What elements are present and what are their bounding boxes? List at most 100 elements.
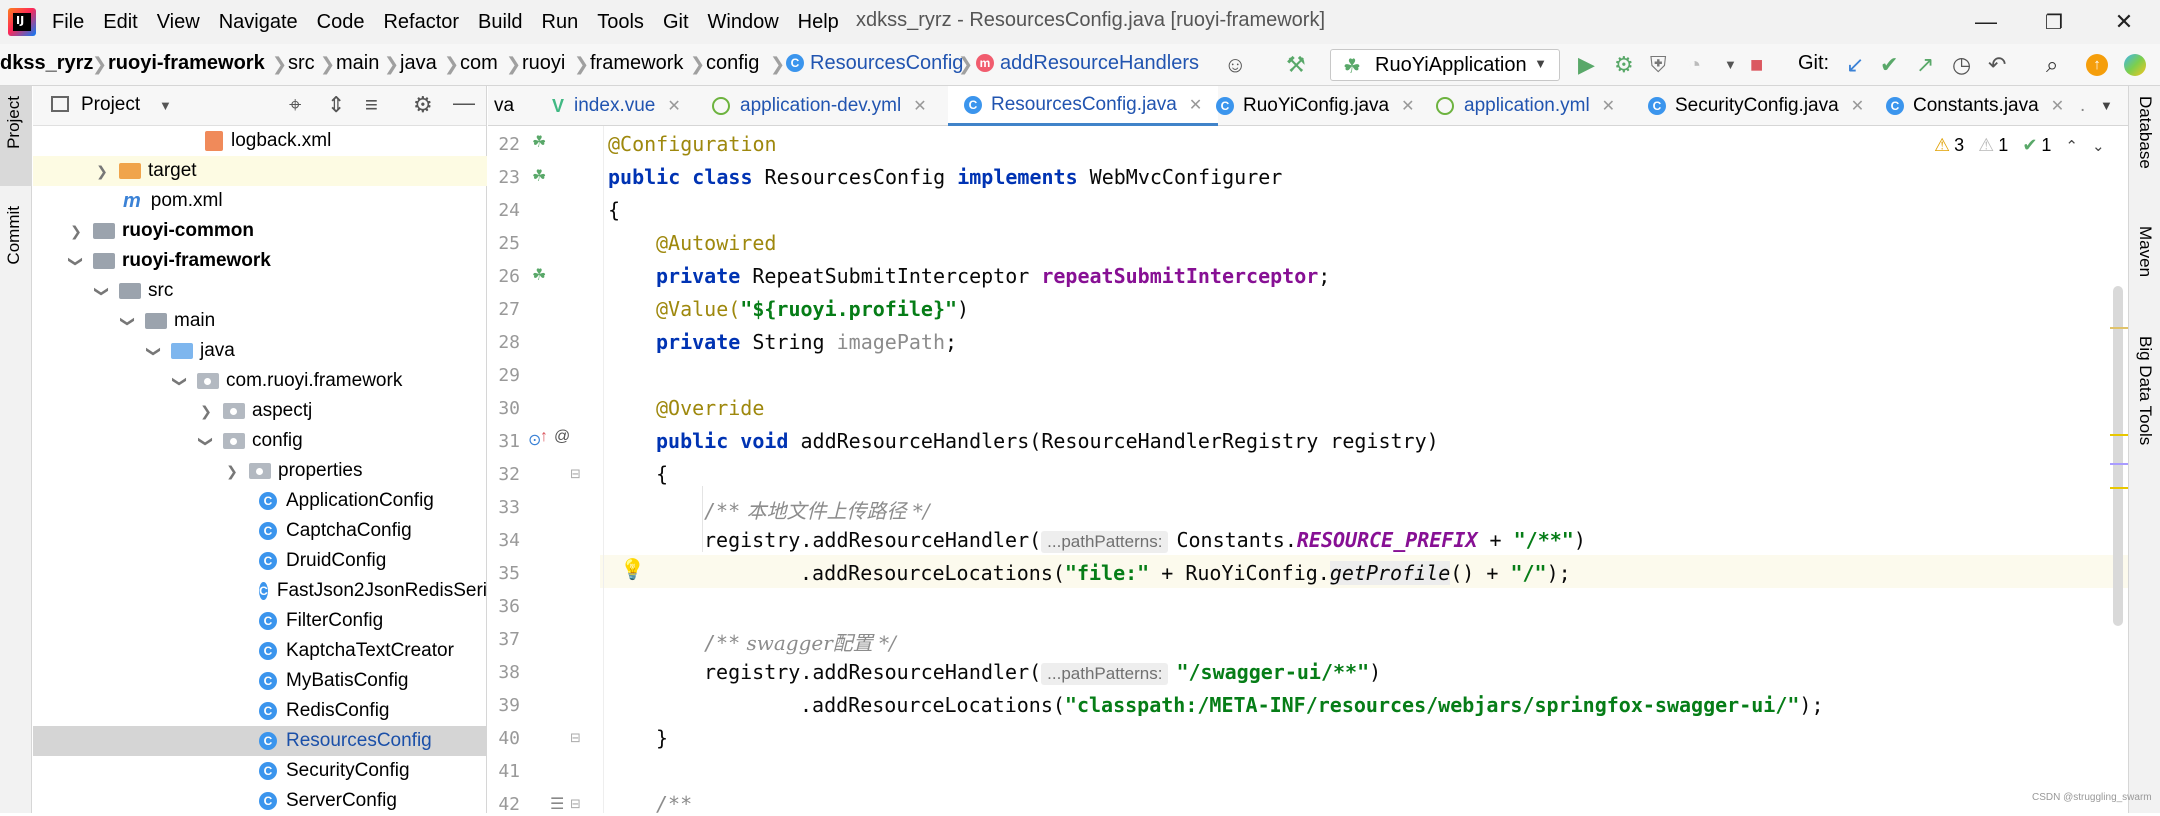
more-run-icon[interactable]: ▼ — [1724, 52, 1737, 78]
close-icon[interactable]: ✕ — [2106, 6, 2142, 38]
tree-item-main[interactable]: ❯ main — [33, 306, 487, 336]
tree-item-target[interactable]: ❯ target — [33, 156, 487, 186]
menu-refactor[interactable]: Refactor — [383, 11, 459, 34]
chevron-down-icon[interactable]: ❯ — [94, 284, 111, 298]
breadcrumb-module[interactable]: ruoyi-framework — [108, 52, 265, 75]
tree-item-class[interactable]: C ServerConfig — [33, 786, 487, 816]
project-panel-title[interactable]: Project — [81, 94, 140, 116]
search-icon[interactable]: ⌕ — [2046, 52, 2058, 78]
close-tab-icon[interactable]: ✕ — [1602, 96, 1615, 116]
chevron-down-icon[interactable]: ❯ — [68, 254, 85, 268]
chevron-right-icon[interactable]: ❯ — [69, 223, 83, 240]
user-icon[interactable]: ☺ — [1224, 52, 1246, 78]
update-icon[interactable]: ↑ — [2086, 54, 2108, 76]
menu-window[interactable]: Window — [708, 11, 779, 34]
menu-view[interactable]: View — [157, 11, 200, 34]
tree-item-class[interactable]: C FastJson2JsonRedisSeri — [33, 576, 487, 606]
breadcrumb-com[interactable]: com — [460, 52, 498, 75]
expand-all-icon[interactable]: ⇕ — [327, 92, 345, 118]
tree-item-class[interactable]: C DruidConfig — [33, 546, 487, 576]
breadcrumb-main[interactable]: main — [336, 52, 379, 75]
chevron-down-icon[interactable]: ❯ — [146, 344, 163, 358]
breadcrumb-ruoyi[interactable]: ruoyi — [522, 52, 565, 75]
chevron-down-icon[interactable]: ❯ — [120, 314, 137, 328]
code-editor[interactable]: 22 23 24 25 26 27 28 29 30 31 32 33 34 3… — [488, 126, 2128, 813]
spring-bean-icon[interactable]: ☘ — [532, 166, 546, 186]
tree-item-ruoyi-common[interactable]: ❯ ruoyi-common — [33, 216, 487, 246]
build-hammer-icon[interactable]: ⚒ — [1286, 52, 1306, 78]
close-tab-icon[interactable]: ✕ — [1189, 95, 1202, 115]
tree-item-class[interactable]: C RedisConfig — [33, 696, 487, 726]
hide-panel-icon[interactable]: — — [453, 90, 475, 116]
plugin-icon[interactable] — [2124, 54, 2146, 76]
tree-item-package[interactable]: ❯ com.ruoyi.framework — [33, 366, 487, 396]
tree-item-config[interactable]: ❯ config — [33, 426, 487, 456]
debug-icon[interactable]: ⚙ — [1614, 52, 1634, 78]
tree-item-java[interactable]: ❯ java — [33, 336, 487, 366]
tree-item-selected[interactable]: C ResourcesConfig — [33, 726, 487, 756]
menu-edit[interactable]: Edit — [103, 11, 137, 34]
breadcrumb-java[interactable]: java — [400, 52, 437, 75]
tree-item-ruoyi-framework[interactable]: ❯ ruoyi-framework — [33, 246, 487, 276]
inspection-widget[interactable]: ⚠ 3 ⚠ 1 ✔ 1 ⌃ ⌄ — [1934, 135, 2105, 156]
view-dropdown-icon[interactable]: ▼ — [159, 98, 172, 113]
git-commit-icon[interactable]: ✔ — [1880, 52, 1898, 78]
chevron-right-icon[interactable]: ❯ — [225, 463, 239, 480]
tab-more[interactable]: . — [2080, 86, 2085, 126]
breadcrumb-method[interactable]: m addResourceHandlers — [976, 52, 1199, 75]
next-highlight-icon[interactable]: ⌄ — [2092, 137, 2105, 155]
fold-icon[interactable]: ⊟ — [570, 796, 581, 812]
menu-build[interactable]: Build — [478, 11, 522, 34]
chevron-down-icon[interactable]: ❯ — [172, 374, 189, 388]
tree-item-class[interactable]: C SecurityConfig — [33, 756, 487, 786]
close-tab-icon[interactable]: ✕ — [1851, 96, 1864, 116]
menu-help[interactable]: Help — [798, 11, 839, 34]
tree-item-class[interactable]: C CaptchaConfig — [33, 516, 487, 546]
tab-resourcesconfig-java[interactable]: C ResourcesConfig.java ✕ — [948, 86, 1219, 126]
error-stripe-mark[interactable] — [2110, 487, 2128, 489]
collapse-all-icon[interactable]: ≡ — [365, 92, 378, 118]
lightbulb-icon[interactable]: 💡 — [620, 557, 645, 582]
tab-constants-java[interactable]: C Constants.java ✕ — [1886, 86, 2064, 126]
restore-icon[interactable]: ❐ — [2036, 6, 2072, 38]
previous-highlight-icon[interactable]: ⌃ — [2065, 137, 2078, 155]
breadcrumb-config[interactable]: config — [706, 52, 759, 75]
history-icon[interactable]: ◷ — [1952, 52, 1971, 78]
tree-item-logback[interactable]: logback.xml — [33, 126, 487, 156]
tab-index-vue[interactable]: Vindex.vue ✕ — [552, 86, 681, 126]
breadcrumb-class[interactable]: C ResourcesConfig — [786, 52, 963, 75]
tree-item-class[interactable]: C FilterConfig — [33, 606, 487, 636]
at-annotation-icon[interactable]: @ — [554, 428, 570, 446]
chevron-down-icon[interactable]: ❯ — [198, 434, 215, 448]
tab-truncated[interactable]: va — [494, 86, 514, 126]
editor-scrollbar[interactable] — [2113, 286, 2123, 626]
tree-item-class[interactable]: C MyBatisConfig — [33, 666, 487, 696]
menu-file[interactable]: File — [52, 11, 84, 34]
close-tab-icon[interactable]: ✕ — [667, 96, 680, 116]
fold-icon[interactable]: ⊟ — [570, 466, 581, 482]
profile-icon[interactable]: ◔ — [1688, 52, 1701, 78]
autowired-bean-icon[interactable]: ☘ — [532, 265, 546, 285]
tree-item-class[interactable]: C KaptchaTextCreator — [33, 636, 487, 666]
chevron-right-icon[interactable]: ❯ — [95, 163, 109, 180]
tree-item-src[interactable]: ❯ src — [33, 276, 487, 306]
rollback-icon[interactable]: ↶ — [1988, 52, 2006, 78]
maven-tool-tab[interactable]: Maven — [2135, 226, 2155, 277]
settings-gear-icon[interactable]: ⚙ — [413, 92, 433, 118]
run-icon[interactable]: ▶ — [1578, 52, 1595, 78]
tab-ruoyiconfig-java[interactable]: C RuoYiConfig.java ✕ — [1216, 86, 1415, 126]
minimize-icon[interactable]: — — [1968, 6, 2004, 38]
tab-application-yml[interactable]: application.yml ✕ — [1436, 86, 1615, 126]
run-configuration-select[interactable]: ☘ RuoYiApplication ▼ — [1330, 49, 1560, 81]
breadcrumb-src[interactable]: src — [288, 52, 315, 75]
menu-navigate[interactable]: Navigate — [219, 11, 298, 34]
error-stripe-mark[interactable] — [2110, 463, 2128, 465]
tab-application-dev-yml[interactable]: application-dev.yml ✕ — [712, 86, 927, 126]
breadcrumb-project[interactable]: dkss_ryrz — [0, 52, 93, 75]
tree-item-aspectj[interactable]: ❯ aspectj — [33, 396, 487, 426]
chevron-right-icon[interactable]: ❯ — [199, 403, 213, 420]
error-stripe-mark[interactable] — [2110, 327, 2128, 329]
big-data-tools-tab[interactable]: Big Data Tools — [2135, 336, 2155, 445]
git-push-icon[interactable]: ↗ — [1916, 52, 1934, 78]
commit-tool-tab[interactable]: Commit — [4, 206, 24, 265]
